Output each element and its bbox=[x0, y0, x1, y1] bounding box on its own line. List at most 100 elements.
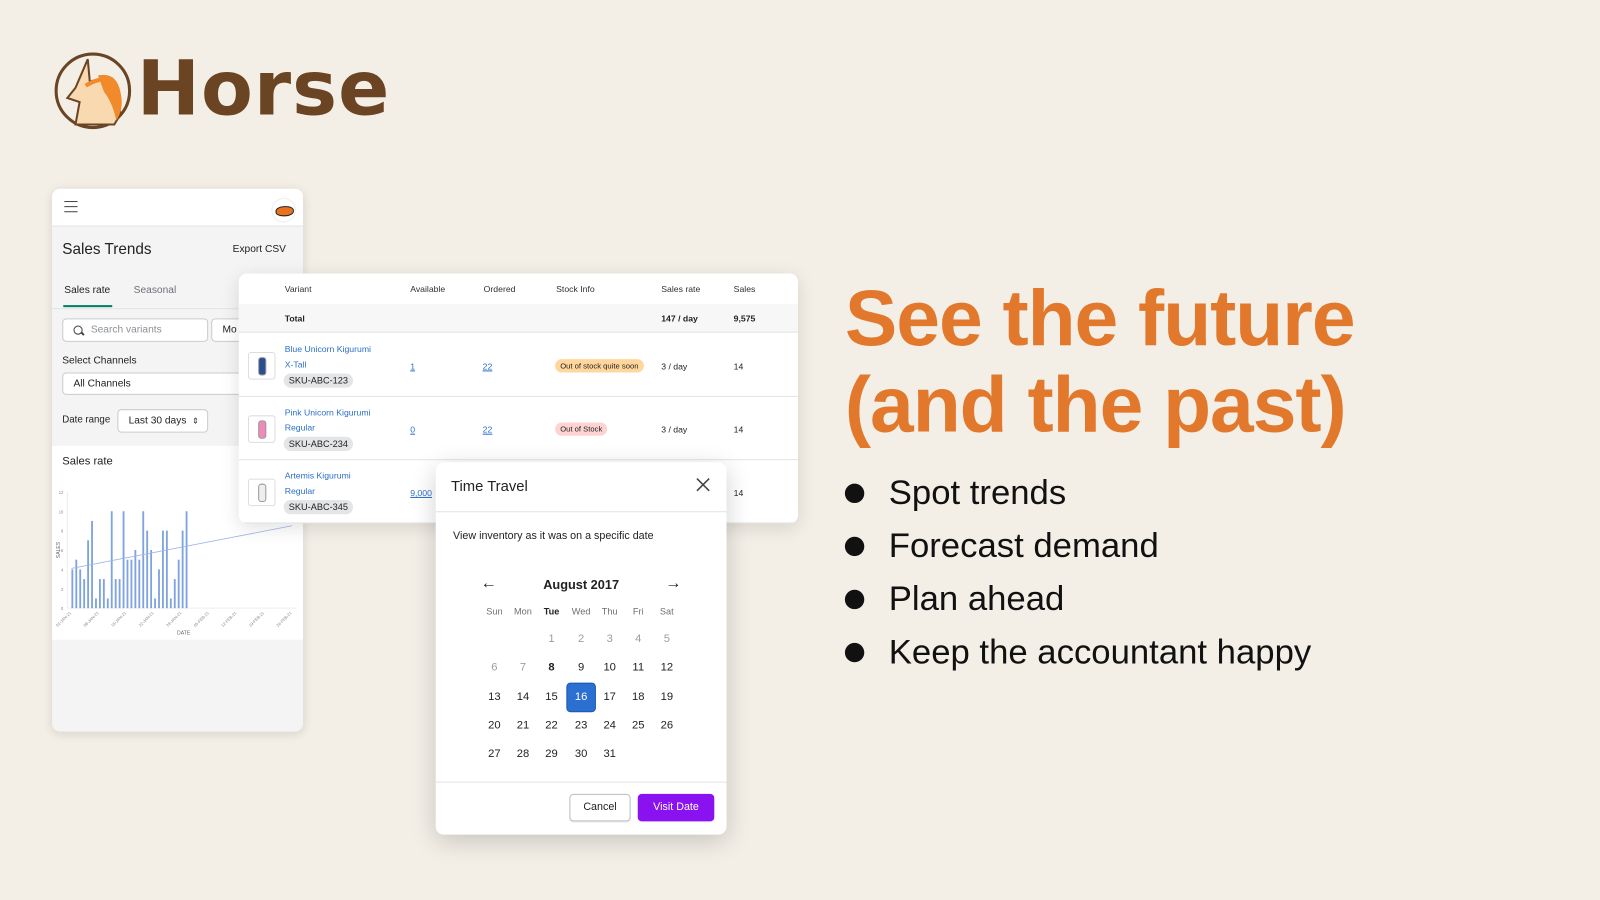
search-input[interactable]: Search variants bbox=[62, 318, 209, 342]
calendar-day[interactable]: 25 bbox=[624, 712, 652, 740]
calendar-day[interactable]: 12 bbox=[653, 654, 681, 682]
stock-status-badge: Out of stock quite soon bbox=[555, 359, 644, 373]
header-available[interactable]: Available bbox=[410, 284, 445, 294]
calendar-day[interactable]: 23 bbox=[567, 712, 595, 740]
calendar-day[interactable]: 13 bbox=[481, 683, 509, 711]
bar bbox=[71, 569, 74, 609]
modal-title: Time Travel bbox=[451, 478, 528, 495]
product-thumbnail bbox=[247, 478, 276, 507]
sales-value: 14 bbox=[733, 424, 744, 435]
ordered-link[interactable]: 22 bbox=[483, 361, 493, 371]
tab-seasonal[interactable]: Seasonal bbox=[134, 285, 177, 296]
product-name-link[interactable]: Pink Unicorn Kigurumi bbox=[285, 407, 371, 417]
cancel-button[interactable]: Cancel bbox=[569, 793, 631, 822]
x-tick-label: 29-JAN-21 bbox=[165, 610, 183, 628]
modal-divider bbox=[435, 511, 727, 513]
calendar-day: 7 bbox=[519, 661, 527, 674]
bar bbox=[126, 559, 129, 609]
y-tick-label: 2 bbox=[61, 587, 64, 592]
header-ordered[interactable]: Ordered bbox=[484, 284, 516, 294]
bar bbox=[177, 559, 180, 609]
y-tick-label: 10 bbox=[59, 509, 64, 514]
calendar-day[interactable]: 28 bbox=[509, 741, 537, 769]
available-link[interactable]: 9,000 bbox=[410, 488, 432, 498]
bar bbox=[79, 569, 82, 609]
calendar-day[interactable]: 9 bbox=[567, 654, 595, 682]
calendar-day[interactable]: 29 bbox=[538, 741, 566, 769]
calendar-day[interactable]: 30 bbox=[567, 741, 595, 769]
date-range-label: Date range bbox=[62, 414, 111, 426]
calendar-day[interactable]: 10 bbox=[596, 654, 624, 682]
variant-name-link[interactable]: Regular bbox=[285, 422, 315, 432]
feature-bullet: Plan ahead bbox=[844, 580, 1064, 620]
date-range-value: Last 30 days bbox=[128, 415, 187, 427]
channels-select[interactable]: All Channels bbox=[62, 372, 267, 395]
variant-name-link[interactable]: Regular bbox=[285, 486, 315, 496]
bar bbox=[138, 559, 141, 609]
bar bbox=[87, 540, 90, 609]
bar bbox=[146, 530, 149, 609]
feature-text: Spot trends bbox=[888, 473, 1067, 513]
variant-name-link[interactable]: X-Tall bbox=[285, 359, 307, 369]
calendar-day[interactable]: 17 bbox=[596, 683, 624, 711]
y-tick-label: 12 bbox=[59, 490, 64, 495]
header-sales-rate[interactable]: Sales rate bbox=[661, 284, 700, 294]
x-tick-label: 22-JAN-21 bbox=[138, 610, 156, 628]
calendar-day[interactable]: 14 bbox=[509, 683, 537, 711]
feature-text: Forecast demand bbox=[888, 526, 1159, 566]
sku-badge: SKU-ABC-234 bbox=[283, 436, 354, 452]
weekday-label: Wed bbox=[571, 606, 591, 617]
sales-value: 14 bbox=[733, 361, 744, 372]
feature-bullet: Keep the accountant happy bbox=[844, 633, 1311, 673]
calendar-day[interactable]: 19 bbox=[653, 683, 681, 711]
date-range-select[interactable]: Last 30 days ⇕ bbox=[117, 409, 209, 433]
calendar-day[interactable]: 22 bbox=[538, 712, 566, 740]
panel-header bbox=[52, 188, 304, 227]
headline-line-1: See the future bbox=[844, 274, 1356, 363]
x-tick-label: 19-FEB-21 bbox=[248, 610, 266, 628]
calendar-day[interactable]: 18 bbox=[624, 683, 652, 711]
calendar-day[interactable]: 31 bbox=[596, 741, 624, 769]
calendar-day[interactable]: 21 bbox=[509, 712, 537, 740]
header-variant[interactable]: Variant bbox=[285, 284, 312, 294]
next-month-arrow-icon[interactable]: → bbox=[665, 574, 681, 592]
feature-bullet: Spot trends bbox=[844, 473, 1067, 513]
product-name-link[interactable]: Blue Unicorn Kigurumi bbox=[285, 344, 371, 354]
close-icon[interactable] bbox=[695, 477, 711, 493]
calendar-day[interactable]: 15 bbox=[538, 683, 566, 711]
header-stock-info[interactable]: Stock Info bbox=[556, 284, 595, 294]
x-tick-label: 01-JAN-21 bbox=[55, 610, 73, 628]
calendar-month: August 2017 bbox=[543, 577, 620, 592]
calendar-day[interactable]: 24 bbox=[596, 712, 624, 740]
product-name-link[interactable]: Artemis Kigurumi bbox=[285, 470, 351, 480]
bar bbox=[142, 511, 145, 609]
stock-status-badge: Out of Stock bbox=[555, 422, 608, 436]
total-sales: 9,575 bbox=[733, 313, 756, 324]
sku-badge: SKU-ABC-345 bbox=[283, 499, 354, 515]
calendar-day[interactable]: 26 bbox=[653, 712, 681, 740]
bar bbox=[181, 530, 184, 609]
ordered-link[interactable]: 22 bbox=[483, 424, 493, 434]
calendar-day[interactable]: 27 bbox=[481, 741, 509, 769]
headline-line-2: (and the past) bbox=[844, 361, 1347, 449]
x-axis-label: DATE bbox=[177, 631, 191, 637]
hamburger-menu-icon[interactable] bbox=[64, 201, 78, 213]
export-csv-button[interactable]: Export CSV bbox=[233, 244, 286, 255]
calendar-day[interactable]: 11 bbox=[624, 654, 652, 682]
search-placeholder: Search variants bbox=[90, 324, 162, 336]
available-link[interactable]: 0 bbox=[410, 424, 415, 434]
y-tick-label: 8 bbox=[61, 529, 64, 534]
sku-badge: SKU-ABC-123 bbox=[283, 373, 354, 388]
visit-date-button[interactable]: Visit Date bbox=[637, 793, 715, 822]
calendar-day[interactable]: 20 bbox=[481, 712, 509, 740]
tab-sales-rate[interactable]: Sales rate bbox=[64, 285, 110, 296]
trend-line bbox=[71, 525, 293, 569]
channels-label: Select Channels bbox=[62, 355, 137, 367]
available-link[interactable]: 1 bbox=[410, 361, 415, 371]
bullet-dot-icon bbox=[844, 483, 865, 504]
y-axis-label: SALES bbox=[56, 541, 62, 558]
avatar[interactable] bbox=[271, 197, 296, 223]
header-sales[interactable]: Sales bbox=[734, 284, 756, 294]
calendar-day-selected[interactable]: 16 bbox=[567, 683, 595, 711]
calendar-day[interactable]: 8 bbox=[538, 654, 566, 682]
